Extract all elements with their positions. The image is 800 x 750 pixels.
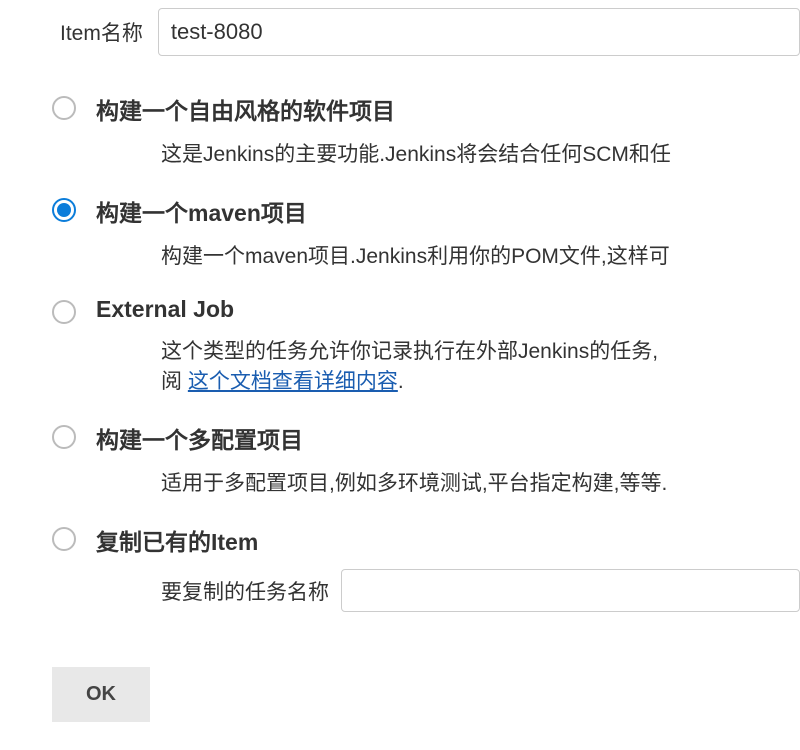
option-body: 复制已有的Item 要复制的任务名称 [96,523,800,612]
copy-row: 要复制的任务名称 [96,569,800,612]
option-copy[interactable]: 复制已有的Item 要复制的任务名称 [0,517,800,632]
radio-maven[interactable] [52,198,76,222]
external-doc-link[interactable]: 这个文档查看详细内容 [188,370,398,393]
option-desc-external: 这个类型的任务允许你记录执行在外部Jenkins的任务, 阅 这个文档查看详细内… [96,335,800,395]
option-maven[interactable]: 构建一个maven项目 构建一个maven项目.Jenkins利用你的POM文件… [0,188,800,290]
desc-text-2: 阅 [161,370,188,393]
option-freestyle[interactable]: 构建一个自由风格的软件项目 这是Jenkins的主要功能.Jenkins将会结合… [0,86,800,188]
radio-copy[interactable] [52,527,76,551]
item-name-label: Item名称 [60,17,143,47]
radio-multiconfig[interactable] [52,425,76,449]
option-desc-maven: 构建一个maven项目.Jenkins利用你的POM文件,这样可 [96,240,800,270]
item-name-input[interactable] [158,8,800,56]
option-title-multiconfig: 构建一个多配置项目 [96,421,800,455]
radio-freestyle[interactable] [52,96,76,120]
desc-text-1: 这个类型的任务允许你记录执行在外部Jenkins的任务, [161,340,658,363]
radio-external[interactable] [52,300,76,324]
footer: OK [0,632,800,722]
option-body: 构建一个自由风格的软件项目 这是Jenkins的主要功能.Jenkins将会结合… [96,92,800,168]
option-title-freestyle: 构建一个自由风格的软件项目 [96,92,800,126]
ok-button[interactable]: OK [52,667,150,722]
option-title-maven: 构建一个maven项目 [96,194,800,228]
option-body: 构建一个多配置项目 适用于多配置项目,例如多环境测试,平台指定构建,等等. [96,421,800,497]
copy-from-input[interactable] [341,569,800,612]
option-title-copy: 复制已有的Item [96,523,800,557]
option-body: External Job 这个类型的任务允许你记录执行在外部Jenkins的任务… [96,296,800,395]
option-title-external: External Job [96,296,800,323]
copy-from-label: 要复制的任务名称 [161,576,329,606]
option-desc-freestyle: 这是Jenkins的主要功能.Jenkins将会结合任何SCM和任 [96,138,800,168]
option-body: 构建一个maven项目 构建一个maven项目.Jenkins利用你的POM文件… [96,194,800,270]
desc-text-3: . [398,370,404,393]
option-multiconfig[interactable]: 构建一个多配置项目 适用于多配置项目,例如多环境测试,平台指定构建,等等. [0,415,800,517]
option-external[interactable]: External Job 这个类型的任务允许你记录执行在外部Jenkins的任务… [0,290,800,415]
option-desc-multiconfig: 适用于多配置项目,例如多环境测试,平台指定构建,等等. [96,467,800,497]
item-name-row: Item名称 [0,0,800,86]
